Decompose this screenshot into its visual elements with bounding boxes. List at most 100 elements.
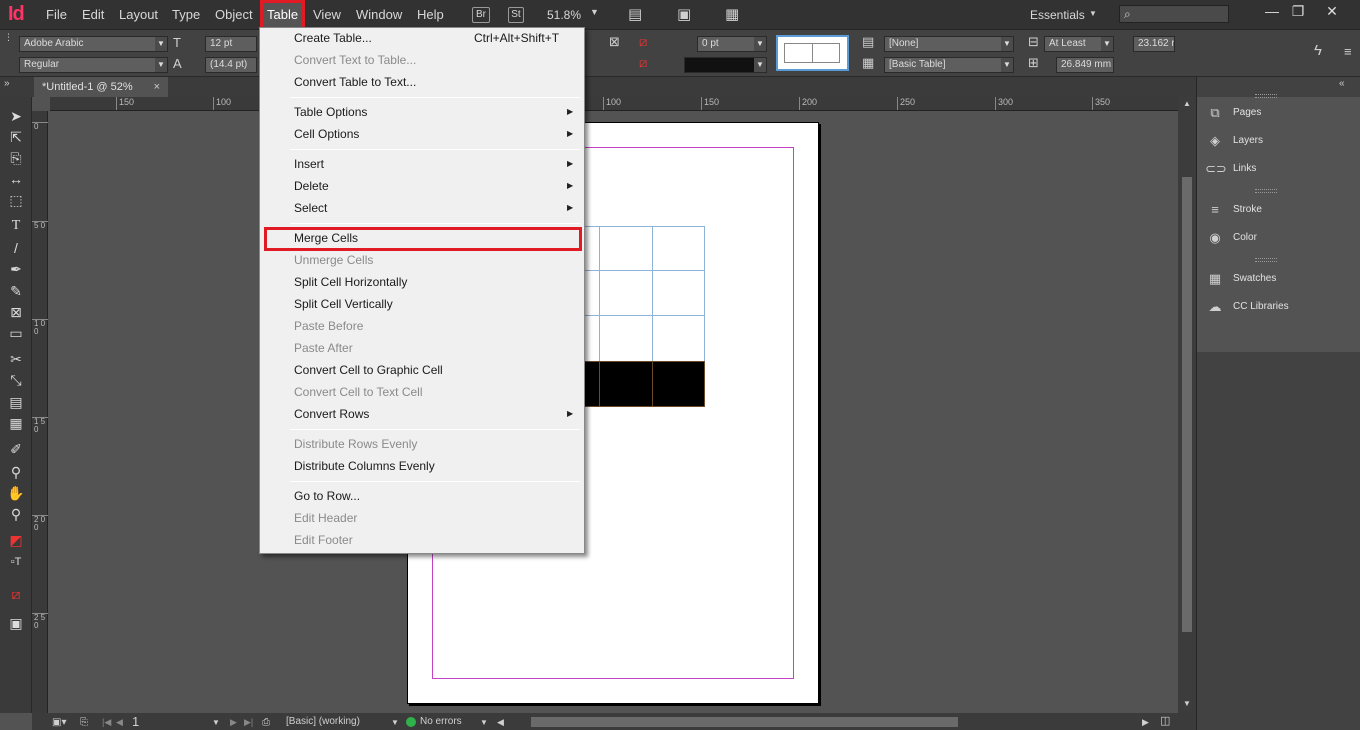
line-tool-icon[interactable]: / (6, 239, 26, 257)
arrange-documents-icon[interactable]: ▦ (725, 5, 739, 23)
free-transform-tool-icon[interactable]: ⤡ (6, 371, 26, 389)
menu-go-to-row[interactable]: Go to Row... (294, 486, 360, 506)
menu-split-cell-horizontally[interactable]: Split Cell Horizontally (294, 272, 407, 292)
zoom-tool-icon[interactable]: ⚲ (6, 505, 26, 523)
table-cell[interactable] (652, 315, 705, 362)
table-cell[interactable] (652, 270, 705, 316)
hand-tool-icon[interactable]: ✋ (6, 484, 26, 502)
menu-delete[interactable]: Delete (294, 176, 329, 196)
apply-none-icon[interactable]: ⧄ (6, 585, 26, 603)
menu-type[interactable]: Type (168, 0, 204, 30)
menu-convert-table-to-text[interactable]: Convert Table to Text... (294, 72, 416, 92)
panel-menu-icon[interactable]: ≡ (1344, 44, 1352, 59)
rectangle-frame-tool-icon[interactable]: ⊠ (6, 303, 26, 321)
style-dropdown-icon[interactable]: ▼ (391, 714, 399, 730)
preflight-dropdown-icon[interactable]: ▼ (480, 714, 488, 730)
chevron-down-icon[interactable]: ▼ (1001, 37, 1013, 51)
panel-links[interactable]: ⊂⊃ Links (1205, 159, 1256, 179)
stroke-weight-field[interactable]: 0 pt ▼ (697, 36, 767, 52)
scroll-left-icon[interactable]: ◀ (497, 714, 504, 730)
menu-table-options[interactable]: Table Options (294, 102, 367, 122)
table-cell-selected[interactable] (599, 361, 653, 407)
menu-view[interactable]: View (309, 0, 345, 30)
menu-layout[interactable]: Layout (115, 0, 162, 30)
fill-stroke-icon[interactable]: ◩ (6, 531, 26, 549)
pen-tool-icon[interactable]: ✒ (6, 260, 26, 278)
vertical-scrollbar[interactable]: ▲ ▼ (1178, 97, 1196, 713)
panel-grip[interactable] (1255, 189, 1277, 193)
scroll-up-icon[interactable]: ▲ (1183, 99, 1191, 108)
font-size-field[interactable]: 12 pt (205, 36, 257, 52)
menu-window[interactable]: Window (352, 0, 406, 30)
table-cell[interactable] (599, 315, 653, 362)
bridge-button[interactable]: Br (472, 7, 490, 23)
lightning-icon[interactable]: ϟ (1314, 42, 1322, 59)
table-cell-selected[interactable] (652, 361, 705, 407)
next-page-icon[interactable]: ▶ (230, 714, 237, 730)
zoom-level[interactable]: 51.8% (543, 0, 585, 30)
cell-stroke-proxy-icon[interactable]: ⊠ (609, 34, 620, 50)
page-dropdown-icon[interactable]: ▼ (212, 714, 220, 730)
content-collector-icon[interactable]: ⬚ (6, 191, 26, 209)
panel-swatches[interactable]: ▦ Swatches (1205, 269, 1277, 289)
table-style-field[interactable]: [Basic Table] ▼ (884, 57, 1014, 73)
split-layout-icon[interactable]: ◫ (1160, 713, 1170, 730)
panel-stroke[interactable]: ≡ Stroke (1205, 200, 1262, 220)
search-input[interactable]: ⌕ (1119, 5, 1229, 23)
preflight-status[interactable]: No errors (420, 713, 462, 730)
menu-distribute-columns[interactable]: Distribute Columns Evenly (294, 456, 435, 476)
view-options-icon[interactable]: ▤ (628, 5, 642, 23)
table-frame[interactable] (581, 226, 705, 407)
menu-create-table[interactable]: Create Table... (294, 28, 372, 48)
panel-pages[interactable]: ⧉ Pages (1205, 103, 1261, 123)
rectangle-tool-icon[interactable]: ▭ (6, 324, 26, 342)
gradient-swatch-tool-icon[interactable]: ▤ (6, 393, 26, 411)
panel-color[interactable]: ◉ Color (1205, 228, 1257, 248)
table-style-preview[interactable] (776, 35, 849, 71)
scroll-thumb[interactable] (1182, 177, 1192, 632)
stroke-none-icon[interactable]: ⧄ (639, 55, 647, 71)
first-page-icon[interactable]: |◀ (102, 714, 111, 730)
stock-button[interactable]: St (508, 7, 524, 23)
note-tool-icon[interactable]: ✐ (6, 440, 26, 458)
chevron-down-icon[interactable]: ▼ (155, 58, 167, 72)
direct-selection-tool-icon[interactable]: ⇱ (6, 128, 26, 146)
table-cell[interactable] (599, 226, 653, 271)
font-family-field[interactable]: Adobe Arabic ▼ (19, 36, 168, 52)
eyedropper-tool-icon[interactable]: ⚲ (6, 463, 26, 481)
pencil-tool-icon[interactable]: ✎ (6, 282, 26, 300)
workspace-dropdown-icon[interactable]: ▼ (1089, 9, 1097, 18)
menu-insert[interactable]: Insert (294, 154, 324, 174)
menu-file[interactable]: File (42, 0, 71, 30)
row-height-field[interactable]: 23.162 r (1133, 36, 1175, 52)
last-page-icon[interactable]: ▶| (244, 714, 253, 730)
open-in-window-icon[interactable]: ⎘ (80, 714, 88, 730)
menu-convert-rows[interactable]: Convert Rows (294, 404, 369, 424)
previous-page-icon[interactable]: ◀ (116, 714, 123, 730)
stroke-type-field[interactable]: ▼ (684, 57, 767, 73)
working-style[interactable]: [Basic] (working) (286, 713, 360, 730)
chevron-down-icon[interactable]: ▼ (754, 37, 766, 51)
selection-tool-icon[interactable]: ➤ (6, 107, 26, 125)
menu-object[interactable]: Object (211, 0, 257, 30)
workspace-switcher[interactable]: Essentials (1026, 0, 1089, 30)
chevron-down-icon[interactable]: ▼ (754, 58, 766, 72)
page-tool-icon[interactable]: ⎘ (6, 149, 26, 167)
gap-tool-icon[interactable]: ↔ (6, 170, 26, 188)
table-cell[interactable] (599, 270, 653, 316)
restore-button[interactable]: ❐ (1281, 0, 1315, 22)
collapse-toolbox-icon[interactable]: » (4, 78, 10, 89)
menu-split-cell-vertically[interactable]: Split Cell Vertically (294, 294, 393, 314)
horizontal-scroll-thumb[interactable] (531, 717, 958, 727)
chevron-down-icon[interactable]: ▼ (155, 37, 167, 51)
row-height-mode-field[interactable]: At Least ▼ (1044, 36, 1114, 52)
panel-cc-libraries[interactable]: ☁ CC Libraries (1205, 297, 1289, 317)
chevron-down-icon[interactable]: ▼ (1101, 37, 1113, 51)
font-style-field[interactable]: Regular ▼ (19, 57, 168, 73)
scroll-right-icon[interactable]: ▶ (1142, 714, 1149, 730)
screen-mode-icon[interactable]: ▣ (677, 5, 691, 23)
leading-field[interactable]: (14.4 pt) (205, 57, 257, 73)
screen-mode-tool-icon[interactable]: ▣ (6, 614, 26, 632)
document-tab[interactable]: *Untitled-1 @ 52% × (34, 77, 168, 97)
menu-select[interactable]: Select (294, 198, 327, 218)
